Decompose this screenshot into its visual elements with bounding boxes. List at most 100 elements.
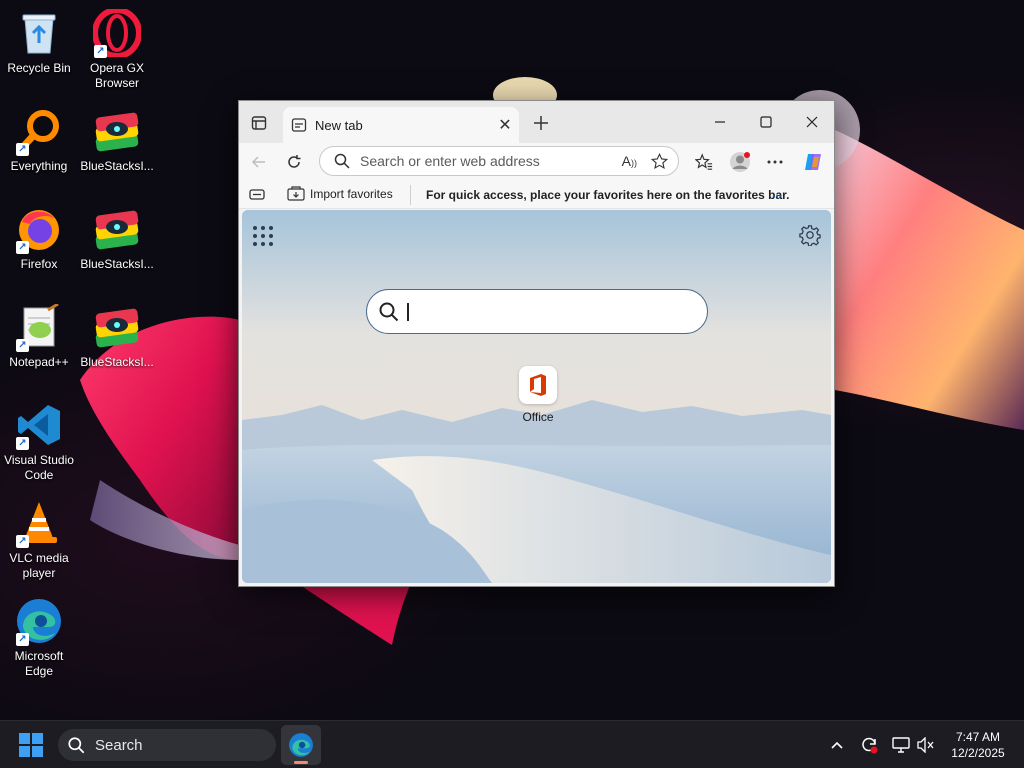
quicklink-label: Office <box>522 410 554 424</box>
page-settings-button[interactable] <box>799 224 823 248</box>
taskbar-app-edge[interactable] <box>281 725 321 765</box>
refresh-icon <box>288 155 301 168</box>
maximize-button[interactable] <box>745 109 787 135</box>
back-button[interactable] <box>245 149 273 175</box>
shortcut-arrow-icon: ↗ <box>94 45 107 58</box>
desktop-icon-label: Visual Studio Code <box>4 453 74 482</box>
desktop-icon-label: BlueStacksI... <box>80 257 154 271</box>
newtab-search-input[interactable] <box>416 302 697 321</box>
vscode-icon: ↗ <box>14 400 64 450</box>
start-button[interactable] <box>19 733 45 759</box>
search-icon <box>68 736 85 753</box>
desktop-icon-label: VLC media player <box>9 551 69 580</box>
minimize-icon <box>715 121 725 123</box>
taskbar-search-box[interactable] <box>58 729 276 761</box>
sidebar-toggle-icon[interactable] <box>249 188 265 202</box>
desktop-icon-vscode[interactable]: ↗ Visual Studio Code <box>0 400 78 483</box>
taskbar-clock[interactable]: 7:47 AM 12/2/2025 <box>940 729 1016 761</box>
taskbar-search-input[interactable] <box>95 736 245 754</box>
chevron-up-icon <box>831 741 843 749</box>
shortcut-arrow-icon: ↗ <box>16 633 29 646</box>
address-bar[interactable]: A)) <box>319 146 679 176</box>
import-favorites-button[interactable]: Import favorites <box>287 186 393 202</box>
copilot-icon <box>805 154 821 170</box>
opera-gx-icon: ↗ <box>92 8 142 58</box>
favorites-bar-more-link[interactable]: ... <box>772 186 782 200</box>
favorites-button[interactable] <box>690 149 718 175</box>
office-tile <box>519 366 557 404</box>
desktop-icon-firefox[interactable]: ↗ Firefox <box>0 204 78 272</box>
newtab-search-box[interactable] <box>366 289 708 334</box>
edge-icon <box>289 733 313 757</box>
shortcut-arrow-icon: ↗ <box>16 339 29 352</box>
running-indicator <box>294 761 308 764</box>
desktop-icon-edge[interactable]: ↗ Microsoft Edge <box>0 596 78 679</box>
show-hidden-icons-button[interactable] <box>825 733 849 757</box>
favorites-bar-hint: For quick access, place your favorites h… <box>426 188 790 202</box>
shortcut-arrow-icon: ↗ <box>16 241 29 254</box>
apps-launcher-button[interactable] <box>252 225 274 247</box>
desktop-icon-everything[interactable]: ↗ Everything <box>0 106 78 174</box>
close-icon <box>806 116 818 128</box>
speaker-muted-icon <box>917 737 934 753</box>
firefox-icon: ↗ <box>14 204 64 254</box>
volume-tray[interactable] <box>914 733 938 757</box>
vlc-icon: ↗ <box>14 498 64 548</box>
desktop-icon-label: Firefox <box>20 257 58 271</box>
desktop-icon-label: BlueStacksI... <box>80 355 154 369</box>
windows-logo-icon <box>19 733 43 757</box>
navigation-bar: A)) <box>239 143 834 181</box>
desktop-icon-label: Everything <box>10 159 68 173</box>
bluestacks-icon <box>92 302 142 352</box>
profile-button[interactable] <box>726 149 754 175</box>
import-favorites-label: Import favorites <box>310 187 393 201</box>
more-options-button[interactable] <box>761 149 789 175</box>
favorites-bar: Import favorites For quick access, place… <box>239 181 834 209</box>
office-icon <box>530 374 546 396</box>
desktop-icon-notepadpp[interactable]: ↗ Notepad++ <box>0 302 78 370</box>
favorite-star-icon[interactable] <box>651 152 668 170</box>
tab-actions-icon <box>251 116 267 130</box>
title-bar: New tab ✕ <box>239 101 834 143</box>
desktop-icon-vlc[interactable]: ↗ VLC media player <box>0 498 78 581</box>
favorites-icon <box>695 153 713 170</box>
quicklink-office[interactable]: Office <box>510 366 566 424</box>
taskbar: 7:47 AM 12/2/2025 <box>0 720 1024 768</box>
desktop-icon-recycle-bin[interactable]: Recycle Bin <box>0 8 78 76</box>
search-icon <box>334 153 350 169</box>
desktop-icon-bluestacks-2[interactable]: BlueStacksI... <box>78 204 156 272</box>
shortcut-arrow-icon: ↗ <box>16 437 29 450</box>
new-tab-button[interactable] <box>527 109 555 137</box>
update-status-tray[interactable] <box>857 733 881 757</box>
network-icon <box>892 737 910 753</box>
notepadpp-icon: ↗ <box>14 302 64 352</box>
shortcut-arrow-icon: ↗ <box>16 535 29 548</box>
network-tray[interactable] <box>889 733 913 757</box>
desktop-icon-label: Microsoft Edge <box>14 649 64 678</box>
close-window-button[interactable] <box>791 109 833 135</box>
desktop-icon-bluestacks-1[interactable]: BlueStacksI... <box>78 106 156 174</box>
edge-icon: ↗ <box>14 596 64 646</box>
refresh-button[interactable] <box>280 149 308 175</box>
edge-browser-window: New tab ✕ A)) <box>238 100 835 587</box>
bluestacks-icon <box>92 106 142 156</box>
close-tab-icon[interactable]: ✕ <box>491 115 519 135</box>
clock-time: 7:47 AM <box>955 730 1001 744</box>
desktop-icon-bluestacks-3[interactable]: BlueStacksI... <box>78 302 156 370</box>
tab-title: New tab <box>315 117 363 133</box>
maximize-icon <box>760 116 772 128</box>
ellipsis-icon <box>767 160 783 164</box>
desktop-icon-label: BlueStacksI... <box>80 159 154 173</box>
desktop-icon-opera-gx[interactable]: ↗ Opera GX Browser <box>78 8 156 91</box>
tab-new-tab[interactable]: New tab ✕ <box>283 107 519 143</box>
copilot-button[interactable] <box>799 149 827 175</box>
clock-date: 12/2/2025 <box>951 746 1005 760</box>
address-input[interactable] <box>360 153 600 169</box>
tab-actions-button[interactable] <box>247 113 271 133</box>
bluestacks-icon <box>92 204 142 254</box>
minimize-button[interactable] <box>699 109 741 135</box>
search-icon <box>379 302 399 321</box>
shortcut-arrow-icon: ↗ <box>16 143 29 156</box>
read-aloud-icon[interactable]: A)) <box>622 153 637 169</box>
new-tab-page: Office <box>242 210 831 583</box>
